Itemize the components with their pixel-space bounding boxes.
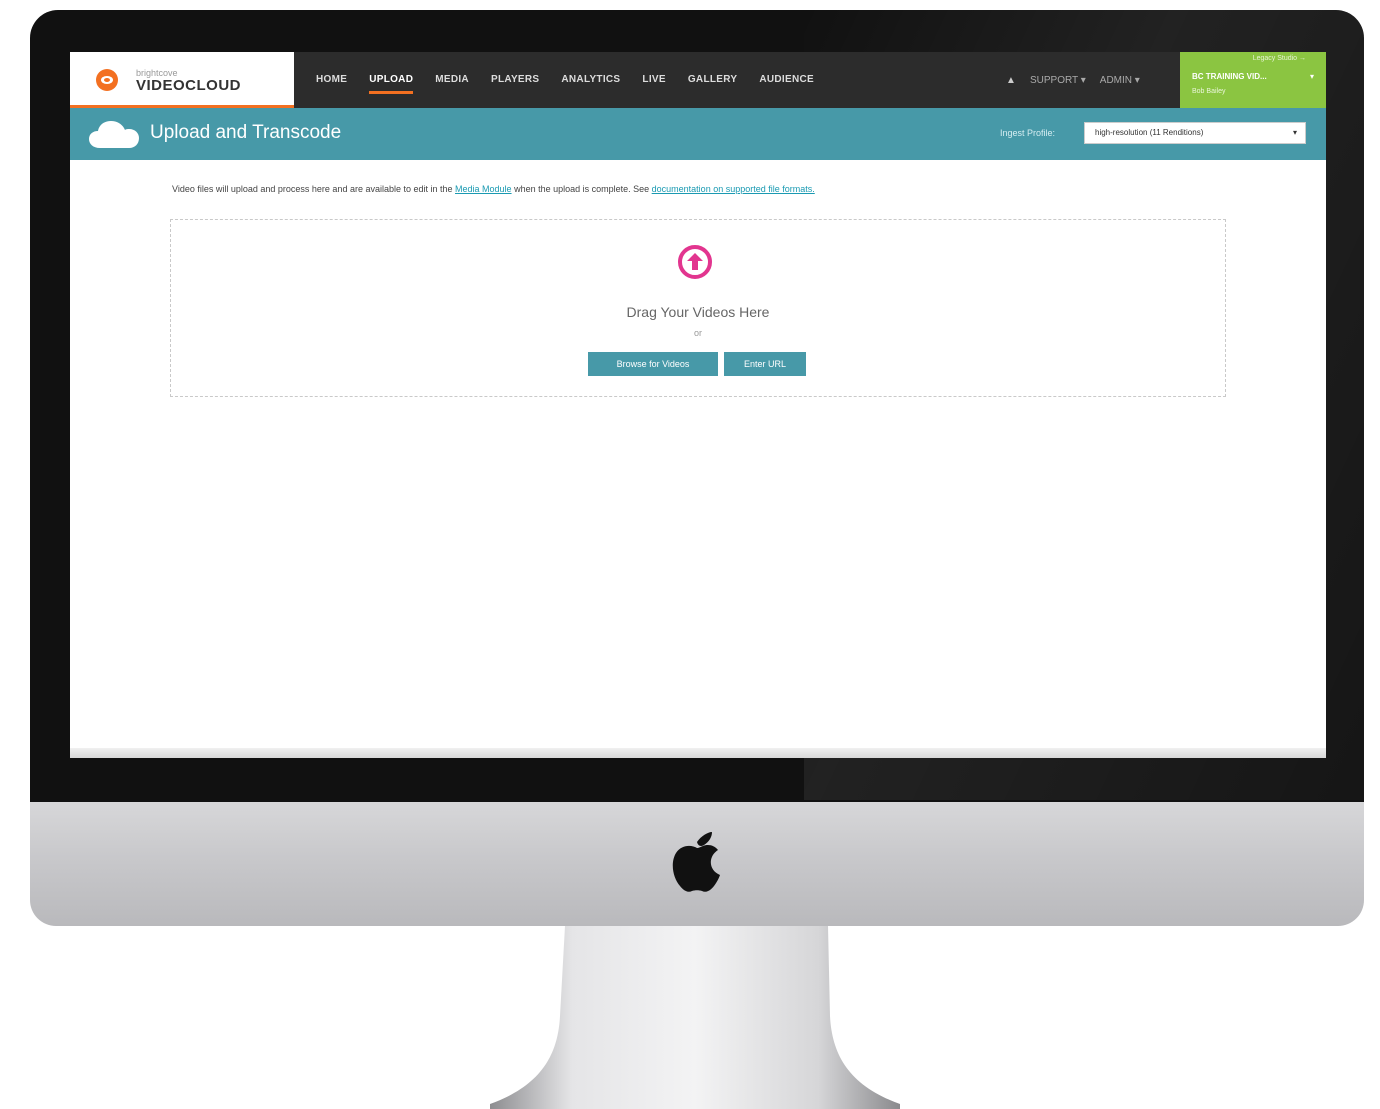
intro-text-2: when the upload is complete. See <box>511 184 652 194</box>
brand-logo[interactable]: brightcove VIDEOCLOUD <box>70 52 294 108</box>
nav-menu: HOME UPLOAD MEDIA PLAYERS ANALYTICS LIVE… <box>316 52 836 108</box>
monitor-stand <box>490 926 900 1109</box>
nav-gallery[interactable]: GALLERY <box>688 52 738 108</box>
or-separator: or <box>693 328 702 338</box>
screen-bottom-edge <box>70 748 1326 758</box>
brightcove-logo-icon <box>96 69 118 91</box>
chevron-down-icon: ▾ <box>1309 72 1314 81</box>
nav-live[interactable]: LIVE <box>642 52 665 108</box>
nav-home[interactable]: HOME <box>316 52 347 108</box>
apple-logo-icon <box>672 832 720 892</box>
browse-videos-button[interactable]: Browse for Videos <box>588 352 718 376</box>
page-header: Upload and Transcode Ingest Profile: hig… <box>70 108 1326 160</box>
ingest-profile-label: Ingest Profile: <box>1000 128 1056 138</box>
enter-url-button[interactable]: Enter URL <box>724 352 806 376</box>
cloud-icon <box>89 121 139 148</box>
media-module-link[interactable]: Media Module <box>455 184 512 194</box>
nav-analytics[interactable]: ANALYTICS <box>561 52 620 108</box>
nav-utilities: ▲ SUPPORT ▾ ADMIN ▾ <box>1006 52 1140 108</box>
app-screen: brightcove VIDEOCLOUD HOME UPLOAD MEDIA … <box>70 52 1326 758</box>
account-name: BC TRAINING VID... <box>1192 72 1267 81</box>
intro-text-1: Video files will upload and process here… <box>172 184 456 194</box>
account-switcher[interactable]: Legacy Studio → BC TRAINING VID... ▾ Bob… <box>1180 52 1326 108</box>
nav-media[interactable]: MEDIA <box>435 52 469 108</box>
ingest-profile-value: high-resolution (11 Renditions) <box>1095 128 1204 137</box>
nav-upload[interactable]: UPLOAD <box>369 52 414 108</box>
nav-players[interactable]: PLAYERS <box>491 52 539 108</box>
ingest-profile-select[interactable]: high-resolution (11 Renditions) ▾ <box>1084 122 1306 144</box>
admin-menu[interactable]: ADMIN ▾ <box>1100 75 1140 86</box>
page-title: Upload and Transcode <box>150 122 342 143</box>
chevron-down-icon: ▾ <box>1292 128 1297 137</box>
notification-bell-icon[interactable]: ▲ <box>1006 75 1016 86</box>
account-user: Bob Bailey <box>1192 88 1226 95</box>
documentation-link[interactable]: documentation on supported file formats. <box>652 184 815 194</box>
upload-instructions: Video files will upload and process here… <box>172 184 815 194</box>
legacy-studio-link[interactable]: Legacy Studio → <box>1253 55 1306 62</box>
nav-audience[interactable]: AUDIENCE <box>759 52 814 108</box>
top-navigation: brightcove VIDEOCLOUD HOME UPLOAD MEDIA … <box>70 52 1326 108</box>
brand-main-text: VIDEOCLOUD <box>136 77 242 94</box>
upload-arrow-icon[interactable] <box>664 242 726 282</box>
support-menu[interactable]: SUPPORT ▾ <box>1030 75 1086 86</box>
drag-instruction: Drag Your Videos Here <box>626 304 770 320</box>
